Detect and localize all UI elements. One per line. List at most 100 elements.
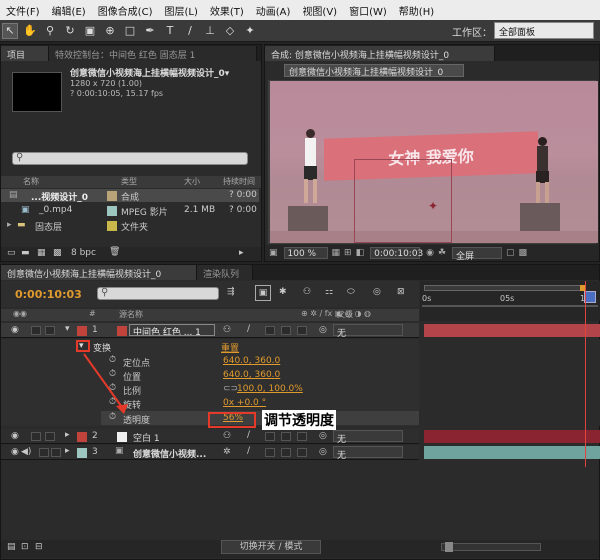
layer-label-color[interactable] [77, 432, 87, 442]
safe-zones-icon[interactable]: ▦ [332, 248, 341, 258]
switch-box[interactable] [297, 326, 307, 335]
camera-icon[interactable]: ◉ [426, 248, 434, 258]
zoom-slider-handle[interactable] [445, 542, 453, 552]
menu-file[interactable]: 文件(F) [0, 3, 46, 18]
switch-box[interactable] [265, 448, 275, 457]
visibility-eye-icon[interactable]: ◉ [11, 325, 19, 335]
new-folder-icon[interactable]: ▬ [21, 248, 30, 258]
layer-name[interactable]: 中间色 红色 ... 1 [129, 324, 215, 336]
camera-tool-icon[interactable]: ▣ [82, 23, 98, 39]
menu-window[interactable]: 窗口(W) [343, 3, 393, 18]
snapshot-icon[interactable]: ◧ [356, 248, 365, 258]
solo-toggle[interactable] [39, 448, 49, 457]
transparency-grid-icon[interactable]: ▩ [519, 248, 528, 258]
shy-layers-icon[interactable]: ⚇ [303, 287, 311, 297]
selection-tool-icon[interactable]: ↖ [2, 22, 18, 39]
layer-row-1[interactable]: ◉ ▾ 1 中间色 红色 ... 1 ⚇ ∕ ◎ 无 [1, 323, 419, 339]
audio-icon[interactable]: ◀) [21, 447, 31, 457]
timeline-timecode[interactable]: 0:00:10:03 [15, 288, 82, 301]
motion-blur-icon[interactable]: ⬭ [347, 287, 355, 297]
comp-toggle-icon[interactable]: ▤ [7, 542, 16, 552]
expand-arrow-icon[interactable]: ▸ [7, 220, 12, 230]
expand-arrow-icon[interactable]: ▸ [65, 446, 70, 456]
layer-name[interactable]: 创意微信小视频... [133, 447, 206, 460]
region-of-interest-icon[interactable]: ▢ [506, 248, 515, 258]
comp-mini-flowchart-icon[interactable]: ⇶ [227, 287, 235, 297]
prop-scale-value[interactable]: 100.0, 100.0% [237, 384, 303, 394]
brainstorm-icon[interactable]: ◎ [373, 287, 381, 297]
switch-box[interactable] [281, 432, 291, 441]
eraser-tool-icon[interactable]: ◇ [222, 23, 238, 39]
current-time-field[interactable]: 0:00:10:03 [370, 247, 423, 259]
zoom-slider[interactable] [441, 543, 541, 551]
puppet-tool-icon[interactable]: ✦ [242, 23, 258, 39]
lock-toggle[interactable] [51, 448, 61, 457]
project-item[interactable]: ▤ ...视频设计_0 合成 ? 0:00 [1, 189, 259, 203]
expand-modes-icon[interactable]: ⊟ [35, 542, 43, 552]
toggle-switches-modes-button[interactable]: 切换开关 / 模式 [221, 540, 321, 554]
clone-tool-icon[interactable]: ⊥ [202, 23, 218, 39]
reset-link[interactable]: 重置 [221, 341, 239, 354]
lock-toggle[interactable] [45, 326, 55, 335]
constrain-proportions-icon[interactable]: ⊂⊃ [223, 384, 238, 394]
graph-editor-icon[interactable]: ⊠ [397, 287, 405, 297]
trash-icon[interactable]: 🗑 [109, 247, 120, 257]
quality-switch-icon[interactable]: ∕ [247, 430, 250, 440]
col-source-name[interactable]: 源名称 [119, 309, 143, 320]
grid-icon[interactable]: ⊞ [344, 248, 352, 258]
anchor-point-icon[interactable]: ✦ [428, 199, 438, 213]
parent-select[interactable]: 无 [333, 430, 403, 445]
scroll-right-icon[interactable]: ▸ [239, 248, 244, 258]
tab-render-queue[interactable]: 渲染队列 [197, 265, 253, 280]
quality-switch-icon[interactable]: ∕ [247, 324, 250, 334]
draft-3d-icon[interactable]: ✱ [279, 287, 287, 297]
solo-toggle[interactable] [31, 432, 41, 441]
workspace-select[interactable]: 全部面板 [494, 22, 594, 39]
tab-timeline-comp[interactable]: 创意微信小视频海上挂横幅视频设计_0 [1, 265, 197, 280]
layer-2-duration-bar[interactable] [424, 430, 600, 443]
switch-box[interactable] [265, 432, 275, 441]
layer-3-duration-bar[interactable] [424, 446, 600, 459]
interpret-footage-icon[interactable]: ▭ [7, 248, 16, 258]
prop-rotation-value[interactable]: 0x +0.0 ° [223, 398, 266, 408]
work-area-bar[interactable] [424, 285, 584, 291]
parent-select[interactable]: 无 [333, 324, 403, 339]
visibility-eye-icon[interactable]: ◉ [11, 431, 19, 441]
comp-preview[interactable]: 女神 我爱你 ✦ [270, 81, 598, 243]
switch-box[interactable] [297, 448, 307, 457]
prop-anchor-point-value[interactable]: 640.0, 360.0 [223, 356, 280, 366]
rotate-tool-icon[interactable]: ↻ [62, 23, 78, 39]
menu-composition[interactable]: 图像合成(C) [92, 3, 159, 18]
visibility-eye-icon[interactable]: ◉ [11, 447, 19, 457]
shy-switch-icon[interactable]: ⚇ [223, 325, 231, 335]
pickwhip-icon[interactable]: ◎ [319, 447, 327, 457]
switch-box[interactable] [281, 326, 291, 335]
pen-tool-icon[interactable]: ✒ [142, 23, 158, 39]
switch-box[interactable] [265, 326, 275, 335]
pickwhip-icon[interactable]: ◎ [319, 431, 327, 441]
pan-behind-tool-icon[interactable]: ⊕ [102, 23, 118, 39]
menu-help[interactable]: 帮助(H) [393, 3, 440, 18]
frame-blending-icon[interactable]: ⚏ [325, 287, 333, 297]
switch-box[interactable] [297, 432, 307, 441]
live-update-icon[interactable]: ▣ [255, 285, 271, 301]
menu-view[interactable]: 视图(V) [296, 3, 343, 18]
menu-effect[interactable]: 效果(T) [204, 3, 250, 18]
timeline-search-input[interactable]: ⚲ [97, 287, 219, 300]
layer-row-2[interactable]: ◉ ▸ 2 空白 1 ⚇ ∕ ◎ 无 [1, 429, 419, 445]
color-depth-icon[interactable]: ▩ [53, 248, 62, 258]
menu-animation[interactable]: 动画(A) [250, 3, 297, 18]
expand-arrow-icon[interactable]: ▾ [65, 324, 70, 334]
bpc-label[interactable]: 8 bpc [71, 248, 96, 258]
layer-1-duration-bar[interactable] [424, 324, 600, 337]
collapse-switch-icon[interactable]: ✲ [223, 447, 231, 457]
lock-toggle[interactable] [45, 432, 55, 441]
layer-row-3[interactable]: ◉ ◀) ▸ 3 ▣ 创意微信小视频... ✲ ∕ ◎ 无 [1, 445, 419, 461]
menu-layer[interactable]: 图层(L) [158, 3, 203, 18]
layer-label-color[interactable] [77, 326, 87, 336]
brush-tool-icon[interactable]: / [182, 23, 198, 39]
comp-breadcrumb[interactable]: 创意微信小视频海上挂横幅视频设计_0 [284, 64, 464, 77]
shy-switch-icon[interactable]: ⚇ [223, 431, 231, 441]
solo-toggle[interactable] [31, 326, 41, 335]
col-size[interactable]: 大小 [184, 176, 200, 187]
